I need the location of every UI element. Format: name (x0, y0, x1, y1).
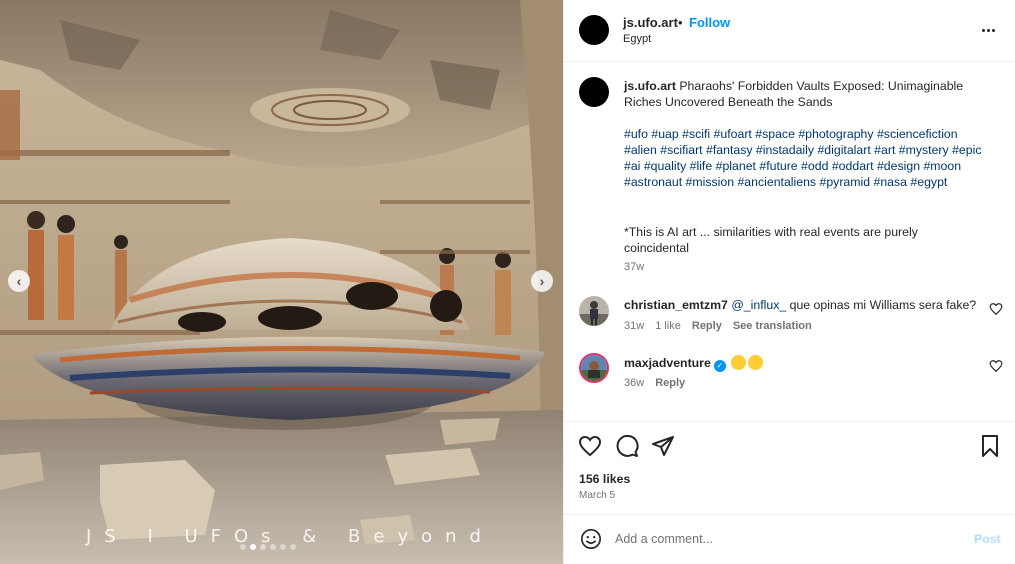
carousel-dot (240, 544, 246, 550)
star-struck-emoji (731, 355, 747, 370)
caption-disclaimer: *This is AI art ... similarities with re… (624, 225, 918, 255)
post-date[interactable]: March 5 (579, 490, 615, 501)
carousel-dot (280, 544, 286, 550)
post-actions: 156 likes March 5 (564, 421, 1015, 514)
caption-username[interactable]: js.ufo.art (624, 79, 676, 93)
see-translation-button[interactable]: See translation (733, 320, 812, 332)
carousel-dot (260, 544, 266, 550)
comment-mention[interactable]: @_influx_ (731, 298, 786, 312)
comment-text: christian_emtzm7 @_influx_ que opinas mi… (624, 298, 976, 312)
comment-like-heart-icon[interactable] (989, 302, 1003, 316)
caption-timestamp[interactable]: 37w (624, 261, 644, 273)
comment-reply-button[interactable]: Reply (655, 377, 685, 389)
emoji-smile-icon[interactable] (580, 528, 602, 550)
chevron-left-icon: ‹ (16, 273, 22, 289)
post-details-pane: js.ufo.art • Follow Egypt js.ufo.art Pha… (563, 0, 1015, 564)
comment-time[interactable]: 31w (624, 320, 644, 332)
comment-bubble-icon[interactable] (615, 434, 639, 458)
comment-like-heart-icon[interactable] (989, 359, 1003, 373)
astonished-emoji (748, 355, 764, 370)
more-options-icon[interactable] (978, 20, 998, 40)
like-heart-icon[interactable] (578, 434, 602, 458)
commenter-avatar[interactable] (579, 296, 609, 326)
author-avatar[interactable] (579, 15, 609, 45)
comment-content: que opinas mi Williams sera fake? (786, 298, 977, 312)
comment-input[interactable] (615, 527, 955, 551)
post-media[interactable]: ‹ › JS I UFOs & Beyond (0, 0, 563, 564)
author-username[interactable]: js.ufo.art (623, 15, 678, 30)
save-bookmark-icon[interactable] (978, 434, 1002, 458)
post-location[interactable]: Egypt (623, 33, 651, 45)
comment-meta: 36w Reply (624, 377, 685, 389)
post-caption: js.ufo.art Pharaohs' Forbidden Vaults Ex… (624, 78, 979, 110)
caption-hashtags[interactable]: #ufo #uap #scifi #ufoart #space #photogr… (624, 126, 984, 190)
share-paper-plane-icon[interactable] (651, 434, 675, 458)
ufo-tomb-image (0, 0, 563, 564)
carousel-next-button[interactable]: › (531, 270, 553, 292)
separator-dot: • (678, 15, 683, 30)
comment-text: maxjadventure ✓ (624, 355, 764, 372)
comments-section[interactable]: js.ufo.art Pharaohs' Forbidden Vaults Ex… (564, 63, 1015, 421)
carousel-prev-button[interactable]: ‹ (8, 270, 30, 292)
carousel-dot (270, 544, 276, 550)
carousel-dot (290, 544, 296, 550)
post-header: js.ufo.art • Follow Egypt (564, 0, 1015, 62)
commenter-avatar[interactable] (579, 353, 609, 383)
verified-badge-icon: ✓ (713, 360, 726, 372)
carousel-dots (240, 544, 296, 550)
chevron-right-icon: › (539, 273, 545, 289)
comment-reply-button[interactable]: Reply (692, 320, 722, 332)
follow-button[interactable]: Follow (689, 15, 730, 30)
comment-username[interactable]: christian_emtzm7 (624, 298, 728, 312)
caption-author-avatar[interactable] (579, 77, 609, 107)
comment-likes[interactable]: 1 like (655, 320, 681, 332)
add-comment-bar: Post (564, 514, 1015, 564)
comment-time[interactable]: 36w (624, 377, 644, 389)
comment-meta: 31w 1 like Reply See translation (624, 320, 812, 332)
carousel-dot-active (250, 544, 256, 550)
post-comment-button[interactable]: Post (974, 532, 1001, 546)
likes-count[interactable]: 156 likes (579, 472, 630, 486)
comment-username[interactable]: maxjadventure (624, 356, 711, 370)
